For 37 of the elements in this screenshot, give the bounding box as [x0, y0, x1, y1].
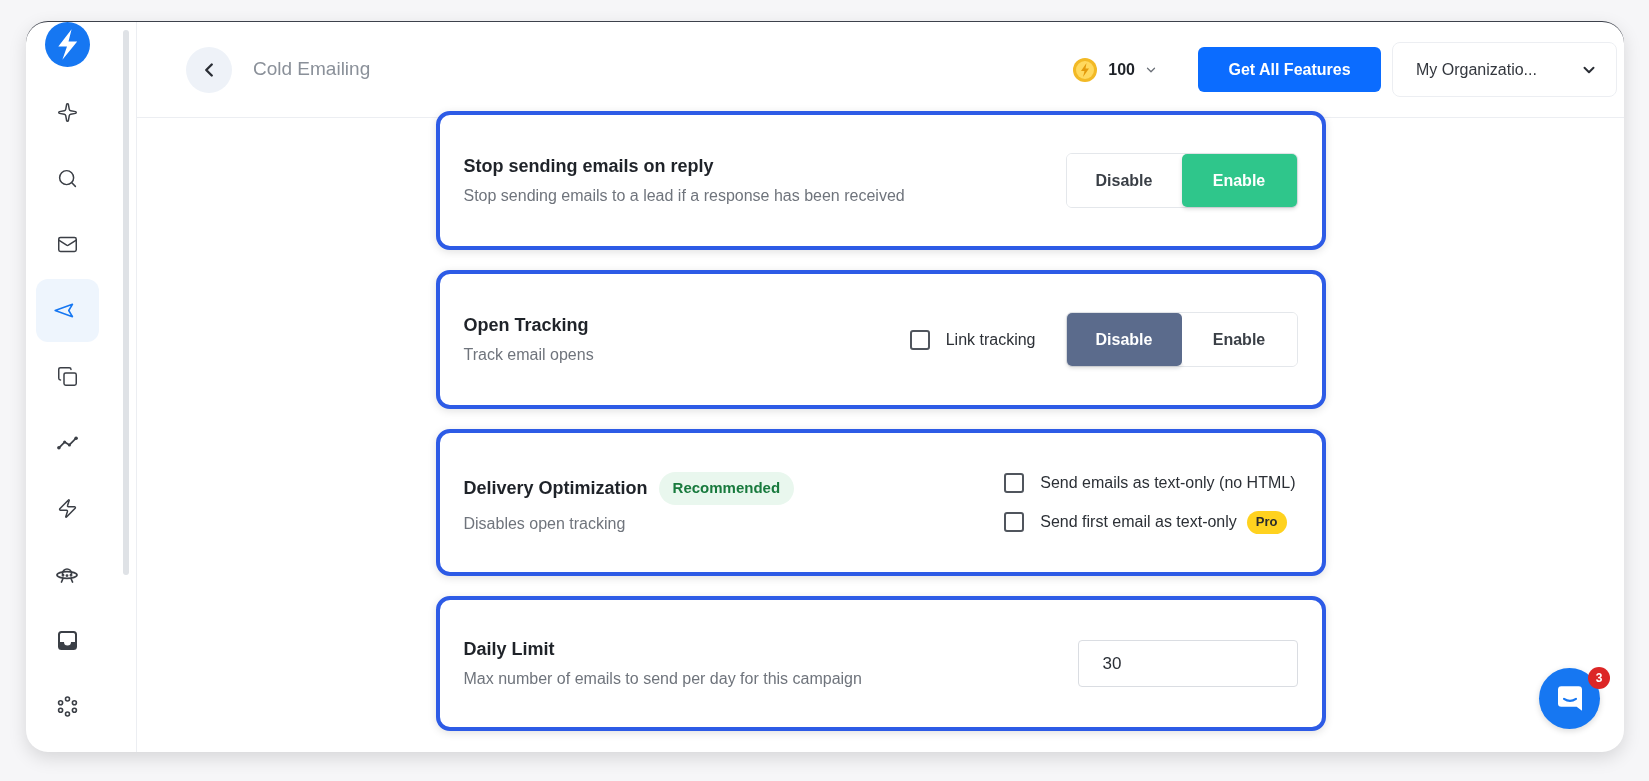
checkbox-label[interactable]: Send emails as text-only (no HTML) — [1040, 471, 1296, 495]
checkbox[interactable] — [909, 329, 930, 350]
credits-dropdown[interactable]: 100 — [1073, 57, 1158, 82]
notification-count: 3 — [1588, 667, 1610, 689]
setting-description: Stop sending emails to a lead if a response has been received — [463, 186, 905, 206]
flying-saucer-icon — [56, 566, 78, 583]
line-chart-icon — [56, 435, 78, 450]
number-input[interactable]: 30 — [1077, 640, 1298, 687]
chat-icon — [1557, 686, 1582, 711]
checkbox-label[interactable]: Link tracking — [945, 327, 1036, 352]
chat-launcher[interactable] — [1539, 668, 1600, 729]
lightning-logo[interactable] — [44, 22, 90, 67]
search-icon — [56, 168, 78, 189]
sparkle-icon — [56, 102, 78, 123]
page-title: Cold Emailing — [253, 57, 371, 82]
setting-title: Open Tracking — [463, 314, 589, 336]
setting-description: Track email opens — [463, 345, 594, 365]
mail-icon — [56, 234, 78, 255]
plan-tag: Pro — [1246, 510, 1287, 534]
lightning-icon — [56, 498, 78, 519]
inbox-tray-icon — [57, 631, 77, 650]
setting-title: Daily Limit — [463, 638, 555, 660]
copy-icon — [56, 366, 78, 387]
setting-title: Delivery Optimization — [463, 477, 648, 499]
toggle-option[interactable]: Disable — [1066, 313, 1182, 366]
setting-title: Stop sending emails on reply — [463, 155, 714, 177]
label-tag: Recommended — [658, 471, 795, 505]
scrollbar[interactable] — [123, 30, 129, 575]
dots-ring-icon — [56, 696, 78, 717]
setting-description: Max number of emails to send per day for this campaign — [463, 669, 862, 689]
checkbox[interactable] — [1004, 512, 1025, 532]
coin-icon — [1073, 57, 1098, 82]
checkbox[interactable] — [1004, 473, 1025, 493]
checkbox-label[interactable]: Send first email as text-only — [1040, 510, 1237, 534]
organization-dropdown[interactable]: My Organizatio... — [1392, 42, 1617, 97]
setting-description: Disables open tracking — [463, 513, 627, 534]
upgrade-button[interactable]: Get All Features — [1198, 47, 1381, 92]
